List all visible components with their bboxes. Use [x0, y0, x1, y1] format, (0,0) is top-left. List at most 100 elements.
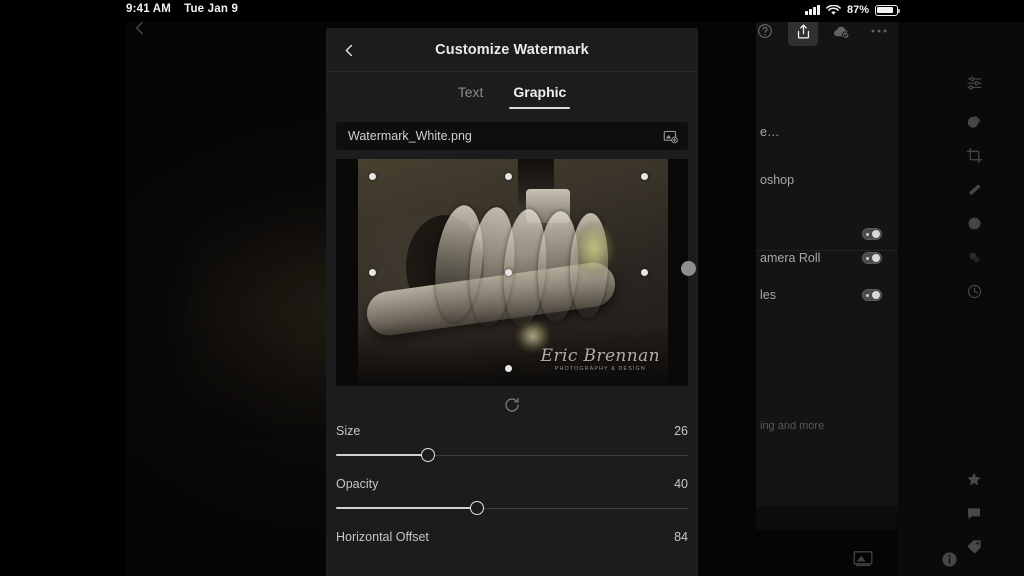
back-chevron-icon — [345, 44, 352, 56]
slider-horizontal-offset: Horizontal Offset 84 — [336, 530, 688, 544]
preview-detail — [358, 324, 668, 386]
background-panel-rows: e… oshop amera Roll les ing and more — [756, 22, 898, 530]
canvas-back-button[interactable] — [132, 20, 158, 46]
comment-icon — [968, 508, 980, 519]
tab-bar: Text Graphic — [326, 72, 698, 116]
status-date: Tue Jan 9 — [184, 3, 239, 15]
status-bar-right: 87% — [805, 4, 901, 16]
preview-photo: Eric Brennan PHOTOGRAPHY & DESIGN — [358, 159, 668, 386]
page-title: Customize Watermark — [435, 41, 589, 58]
slider-label: Opacity — [336, 477, 379, 491]
crop-handle-bc[interactable] — [505, 365, 512, 372]
crop-handle-tc[interactable] — [505, 173, 512, 180]
modal-resize-handle[interactable] — [681, 261, 696, 276]
customize-watermark-modal: Customize Watermark Text Graphic Waterma… — [326, 28, 698, 576]
info-button[interactable] — [936, 546, 962, 572]
crop-handle-ml[interactable] — [369, 269, 376, 276]
bg-row-label: les — [760, 288, 776, 302]
crop-handle-tr[interactable] — [641, 173, 648, 180]
bg-row-label: amera Roll — [760, 251, 821, 265]
back-chevron-icon — [135, 21, 143, 35]
slider-size: Size 26 — [336, 424, 688, 462]
watermark-file-field[interactable]: Watermark_White.png — [336, 122, 688, 150]
bg-row-label: e… — [760, 125, 780, 139]
slider-fill — [336, 454, 428, 456]
status-bar-left: 9:41 AM Tue Jan 9 — [126, 3, 238, 15]
bg-row-toggle[interactable] — [862, 252, 882, 264]
color-profile-icon — [967, 115, 980, 128]
slider-label: Horizontal Offset — [336, 530, 429, 544]
tool-star-rating[interactable] — [955, 462, 993, 496]
bg-row-1[interactable]: oshop — [756, 166, 898, 194]
tool-color-profile[interactable] — [955, 104, 993, 138]
modal-back-button[interactable] — [336, 37, 362, 63]
tab-text[interactable]: Text — [456, 80, 486, 109]
history-icon — [967, 284, 981, 298]
status-bar: 9:41 AM Tue Jan 9 87% — [0, 0, 1024, 22]
masking-icon — [967, 216, 981, 230]
reset-refresh-icon — [505, 397, 519, 412]
slider-value: 26 — [674, 424, 688, 438]
bg-row-label: oshop — [760, 173, 795, 187]
slider-head: Size 26 — [336, 424, 688, 438]
opacity-slider-knob[interactable] — [469, 501, 484, 515]
tool-crop[interactable] — [955, 138, 993, 172]
bg-row-toggle[interactable] — [862, 228, 882, 240]
add-image-button[interactable] — [663, 129, 678, 144]
bg-panel-footer — [756, 506, 898, 530]
slider-opacity: Opacity 40 — [336, 477, 688, 515]
cloud-check-icon — [833, 26, 849, 39]
modal-header: Customize Watermark — [326, 28, 698, 72]
tool-comment[interactable] — [955, 496, 993, 530]
slider-value: 84 — [674, 530, 688, 544]
crop-handle-mc[interactable] — [505, 269, 512, 276]
bg-row-3[interactable]: amera Roll — [756, 244, 898, 272]
tool-blur[interactable] — [955, 240, 993, 274]
bg-row-toggle[interactable] — [862, 289, 882, 301]
tool-rail-icons — [955, 22, 993, 576]
tool-masking[interactable] — [955, 206, 993, 240]
bg-panel-description: ing and more — [760, 420, 825, 432]
background-share-panel: e… oshop amera Roll les ing and more — [756, 22, 898, 530]
blur-icon — [969, 252, 979, 262]
reset-button[interactable] — [503, 396, 521, 414]
crop-icon — [966, 147, 982, 163]
share-export-icon — [797, 23, 809, 39]
add-image-icon — [663, 130, 678, 143]
tool-edit-sliders[interactable] — [955, 65, 993, 99]
slider-fill — [336, 507, 477, 509]
cellular-signal-icon — [805, 5, 820, 15]
tab-graphic[interactable]: Graphic — [509, 80, 571, 109]
size-slider-track[interactable] — [336, 448, 688, 462]
battery-percent: 87% — [846, 4, 869, 16]
size-slider-knob[interactable] — [420, 448, 435, 462]
tool-rail — [898, 22, 1024, 576]
slider-label: Size — [336, 424, 361, 438]
info-icon — [941, 551, 957, 567]
crop-handle-mr[interactable] — [641, 269, 648, 276]
watermark-preview[interactable]: Eric Brennan PHOTOGRAPHY & DESIGN — [336, 159, 688, 386]
battery-icon — [875, 4, 901, 16]
tool-healing-brush[interactable] — [955, 172, 993, 206]
tag-icon — [967, 540, 981, 554]
bg-row-4[interactable]: les — [756, 281, 898, 309]
crop-handle-tl[interactable] — [369, 173, 376, 180]
slider-head: Opacity 40 — [336, 477, 688, 491]
photo-thumbnail-button[interactable] — [850, 548, 876, 570]
reset-row — [326, 386, 698, 424]
more-options-icon — [871, 29, 887, 33]
preview-detail — [574, 221, 614, 277]
slider-head: Horizontal Offset 84 — [336, 530, 688, 544]
opacity-slider-track[interactable] — [336, 501, 688, 515]
slider-value: 40 — [674, 477, 688, 491]
edit-sliders-icon — [967, 76, 981, 90]
photo-thumbnail-icon — [853, 551, 873, 567]
tool-history[interactable] — [955, 274, 993, 308]
watermark-file-name: Watermark_White.png — [348, 129, 472, 143]
healing-brush-icon — [968, 184, 980, 195]
tablet-screen: e… oshop amera Roll les ing and more Cus… — [0, 0, 1024, 576]
status-time: 9:41 AM — [126, 3, 172, 15]
wifi-icon — [826, 4, 841, 15]
star-rating-icon — [967, 472, 981, 486]
bg-row-0[interactable]: e… — [756, 118, 898, 146]
